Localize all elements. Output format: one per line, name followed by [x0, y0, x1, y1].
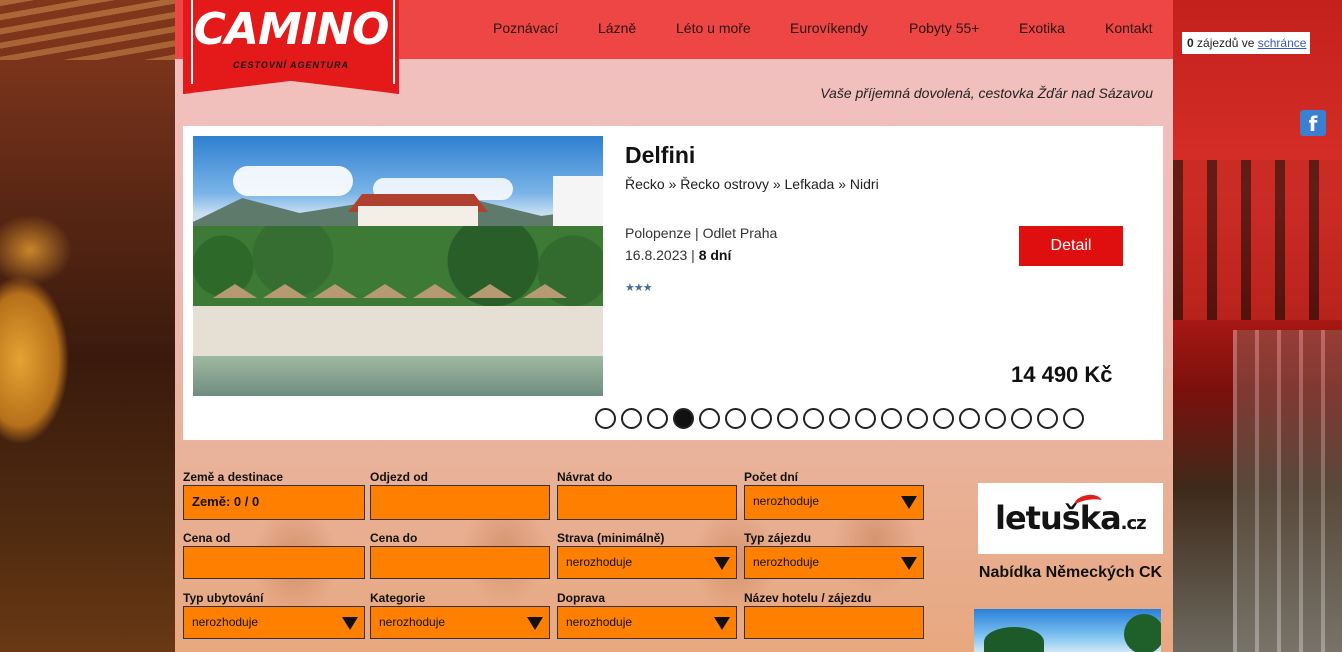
search-field-label: Návrat do	[557, 470, 613, 484]
slider-dot[interactable]	[647, 408, 668, 429]
trip-date-value: 16.8.2023 |	[625, 247, 699, 263]
detail-button[interactable]: Detail	[1019, 226, 1123, 266]
search-input[interactable]: Země: 0 / 0	[183, 485, 365, 520]
trip-breadcrumb: Řecko » Řecko ostrovy » Lefkada » Nidri	[625, 176, 879, 192]
hotel-photo[interactable]	[193, 136, 603, 396]
search-select[interactable]: nerozhoduje	[370, 606, 550, 639]
featured-trip-card: Delfini Řecko » Řecko ostrovy » Lefkada …	[183, 126, 1163, 440]
nav-pobyty-55[interactable]: Pobyty 55+	[909, 20, 979, 36]
letuska-banner[interactable]: letuška.cz	[978, 483, 1163, 554]
nav-exotika[interactable]: Exotika	[1019, 20, 1065, 36]
slider-dot[interactable]	[829, 408, 850, 429]
search-input[interactable]	[370, 485, 550, 520]
search-field-label: Strava (minimálně)	[557, 531, 665, 545]
nav-lazne[interactable]: Lázně	[598, 20, 636, 36]
slider-dot[interactable]	[699, 408, 720, 429]
camino-logo[interactable]: CAMINO CESTOVNÍ AGENTURA	[183, 0, 399, 94]
photo-water	[193, 356, 603, 396]
nav-kontakt[interactable]: Kontakt	[1105, 20, 1152, 36]
tagline: Vaše příjemná dovolená, cestovka Žďár na…	[820, 85, 1153, 101]
search-field-label: Cena od	[183, 531, 231, 545]
search-field-label: Název hotelu / zájezdu	[744, 591, 872, 605]
facebook-icon[interactable]: f	[1300, 110, 1326, 136]
search-field-label: Doprava	[557, 591, 606, 605]
search-input[interactable]	[557, 485, 737, 520]
photo-beach	[193, 306, 603, 356]
background-right	[1173, 0, 1342, 652]
trip-date: 16.8.2023 | 8 dní	[625, 247, 731, 263]
slider-dot[interactable]	[621, 408, 642, 429]
search-field-label: Typ ubytování	[183, 591, 264, 605]
saved-trips-box: 0 zájezdů ve schránce	[1182, 32, 1310, 54]
search-select[interactable]: nerozhoduje	[183, 606, 365, 639]
saved-text: zájezdů ve	[1193, 36, 1258, 50]
slider-dot[interactable]	[1037, 408, 1058, 429]
nav-poznavaci[interactable]: Poznávací	[493, 20, 558, 36]
slider-dot[interactable]	[725, 408, 746, 429]
trip-meal-departure: Polopenze | Odlet Praha	[625, 225, 778, 241]
photo-cloud	[233, 166, 353, 196]
slider-dot[interactable]	[751, 408, 772, 429]
letuska-suffix: .cz	[1120, 513, 1147, 534]
slider-dot[interactable]	[855, 408, 876, 429]
logo-text: CAMINO	[193, 4, 390, 55]
search-select[interactable]: nerozhoduje	[557, 546, 737, 579]
trip-title[interactable]: Delfini	[625, 142, 695, 169]
search-input[interactable]	[744, 606, 924, 639]
search-select[interactable]: nerozhoduje	[744, 546, 924, 579]
background-left	[0, 0, 175, 652]
search-field-label: Země a destinace	[183, 470, 284, 484]
letuska-logo-text: letuška.cz	[995, 499, 1147, 537]
slider-dot[interactable]	[907, 408, 928, 429]
slider-dot[interactable]	[959, 408, 980, 429]
trip-price: 14 490 Kč	[1011, 362, 1113, 387]
slider-dot[interactable]	[595, 408, 616, 429]
nav-eurovikendy[interactable]: Eurovíkendy	[790, 20, 868, 36]
trip-duration: 8 dní	[698, 247, 732, 263]
slider-dot[interactable]	[1063, 408, 1084, 429]
search-field-label: Cena do	[370, 531, 418, 545]
nav-leto-u-more[interactable]: Léto u moře	[676, 20, 751, 36]
slider-dot[interactable]	[881, 408, 902, 429]
search-field-label: Odjezd od	[370, 470, 428, 484]
slider-dot[interactable]	[803, 408, 824, 429]
slider-dot[interactable]	[985, 408, 1006, 429]
search-select[interactable]: nerozhoduje	[744, 485, 924, 520]
german-offers-photo[interactable]	[974, 609, 1161, 652]
search-input[interactable]	[183, 546, 365, 579]
star-rating-icon: ★★★	[625, 282, 653, 294]
search-select[interactable]: nerozhoduje	[557, 606, 737, 639]
search-field-label: Počet dní	[744, 470, 799, 484]
search-field-label: Typ zájezdu	[744, 531, 812, 545]
slider-dot[interactable]	[1011, 408, 1032, 429]
saved-count: 0	[1187, 36, 1194, 50]
slider-dot[interactable]	[933, 408, 954, 429]
search-input[interactable]	[370, 546, 550, 579]
slider-dot[interactable]	[673, 408, 694, 429]
german-offers-heading[interactable]: Nabídka Německých CK	[978, 563, 1163, 583]
letuska-name: letuška	[995, 499, 1122, 537]
saved-trips-link[interactable]: schránce	[1258, 36, 1307, 50]
search-field-label: Kategorie	[370, 591, 426, 605]
logo-subtitle: CESTOVNÍ AGENTURA	[232, 60, 349, 70]
slider-dot[interactable]	[777, 408, 798, 429]
